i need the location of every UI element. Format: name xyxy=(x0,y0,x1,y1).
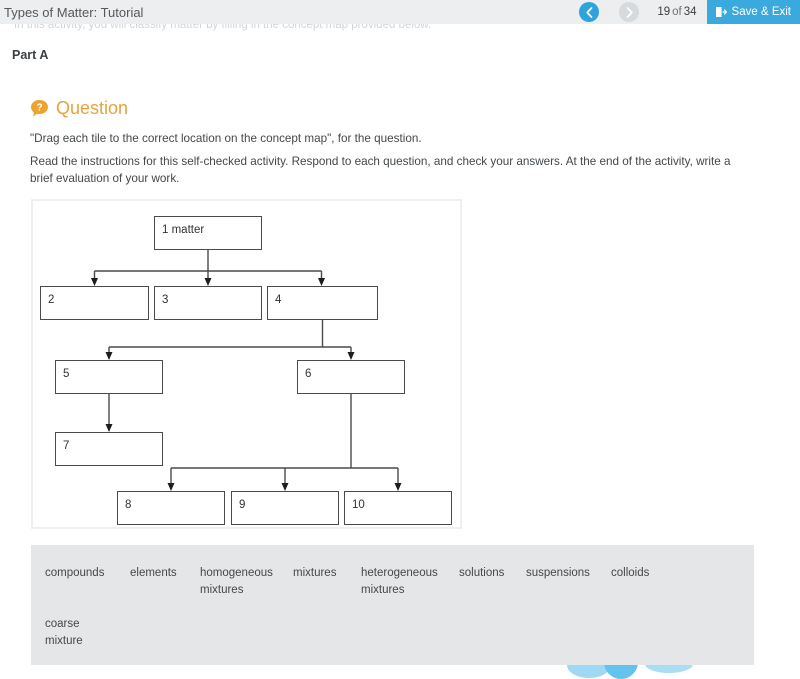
concept-map-node-4[interactable]: 4 xyxy=(267,286,378,320)
tile-suspensions[interactable]: suspensions xyxy=(526,565,590,582)
concept-map-node-10[interactable]: 10 xyxy=(344,491,452,525)
question-bubble-icon: ? xyxy=(30,99,49,118)
concept-map-node-label: 9 xyxy=(239,499,246,511)
concept-map-frame: 1 matter 2 3 4 5 6 7 8 9 10 xyxy=(31,199,462,529)
tile-mixtures[interactable]: mixtures xyxy=(293,565,336,582)
concept-map-canvas: 1 matter 2 3 4 5 6 7 8 9 10 xyxy=(33,201,464,531)
concept-map-node-7[interactable]: 7 xyxy=(55,432,163,466)
svg-text:?: ? xyxy=(36,103,42,114)
page-title: Types of Matter: Tutorial xyxy=(4,4,144,20)
concept-map-node-label: 6 xyxy=(305,368,312,380)
concept-map-node-3[interactable]: 3 xyxy=(154,286,262,320)
part-label: Part A xyxy=(12,48,49,62)
concept-map-node-1[interactable]: 1 matter xyxy=(154,216,262,250)
concept-map-node-label: 2 xyxy=(48,294,55,306)
tile-heterogeneous-mixtures[interactable]: heterogeneous mixtures xyxy=(361,565,438,599)
page-counter: 19 of 34 xyxy=(657,6,696,18)
tile-colloids[interactable]: colloids xyxy=(611,565,649,582)
concept-map-node-label: 10 xyxy=(352,499,365,511)
instruction-read: Read the instructions for this self-chec… xyxy=(30,155,731,185)
concept-map-node-label: 7 xyxy=(63,440,70,452)
question-title: Question xyxy=(56,98,129,118)
page-of-label: of xyxy=(672,6,682,18)
page-total: 34 xyxy=(683,6,697,18)
concept-map-node-label: 4 xyxy=(275,294,282,306)
question-heading: ? Question xyxy=(30,98,128,119)
save-and-exit-button[interactable]: Save & Exit xyxy=(706,0,800,24)
tile-solutions[interactable]: solutions xyxy=(459,565,504,582)
tile-coarse-mixture[interactable]: coarse mixture xyxy=(45,616,83,650)
concept-map-node-2[interactable]: 2 xyxy=(40,286,149,320)
app-header: Types of Matter: Tutorial 19 of 34 Save & … xyxy=(0,0,800,24)
instruction-drag-tiles: "Drag each tile to the correct location … xyxy=(30,132,422,145)
page-current: 19 xyxy=(657,6,671,18)
concept-map-node-6[interactable]: 6 xyxy=(297,360,405,394)
save-and-exit-label: Save & Exit xyxy=(731,6,791,18)
concept-map-node-label: 1 matter xyxy=(162,224,205,236)
chevron-left-icon xyxy=(586,6,593,18)
concept-map-node-label: 5 xyxy=(63,368,70,380)
tile-bank: compounds elements homogeneous mixtures mixt… xyxy=(31,545,754,665)
chevron-right-icon xyxy=(626,6,633,18)
concept-map-node-label: 3 xyxy=(162,294,169,306)
next-page-button[interactable] xyxy=(619,2,640,22)
tile-compounds[interactable]: compounds xyxy=(45,565,104,582)
concept-map-node-label: 8 xyxy=(125,499,132,511)
concept-map-node-9[interactable]: 9 xyxy=(231,491,339,525)
concept-map-node-5[interactable]: 5 xyxy=(55,360,163,394)
concept-map-node-8[interactable]: 8 xyxy=(117,491,225,525)
prev-page-button[interactable] xyxy=(579,2,600,22)
tile-homogeneous-mixtures[interactable]: homogeneous mixtures xyxy=(200,565,273,599)
tile-elements[interactable]: elements xyxy=(130,565,177,582)
exit-door-icon xyxy=(715,7,727,17)
